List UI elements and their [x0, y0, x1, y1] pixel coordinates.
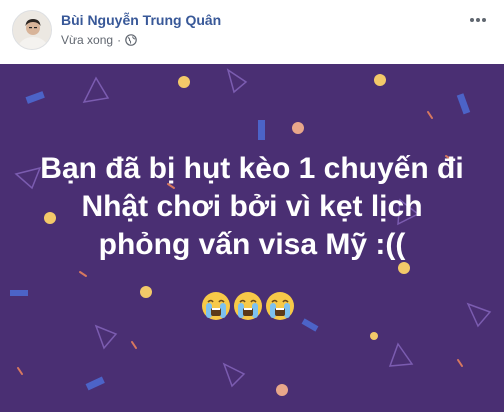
post-timestamp[interactable]: Vừa xong [61, 33, 113, 47]
globe-icon[interactable] [125, 34, 137, 46]
post-meta: Vừa xong · [61, 33, 137, 47]
status-text: Bạn đã bị hụt kèo 1 chuyến đi Nhật chơi … [0, 150, 504, 264]
status-background-card: Bạn đã bị hụt kèo 1 chuyến đi Nhật chơi … [0, 64, 504, 412]
post-header: Bùi Nguyễn Trung Quân Vừa xong · [0, 0, 504, 64]
emoji-row [200, 290, 296, 322]
crying-face-icon [202, 292, 230, 320]
author-avatar[interactable] [12, 10, 52, 50]
crying-face-icon [266, 292, 294, 320]
meta-separator: · [117, 33, 122, 47]
status-line-2: Nhật chơi bởi vì kẹt lịch [81, 190, 423, 223]
crying-face-icon [234, 292, 262, 320]
avatar-photo [13, 11, 51, 49]
status-line-1: Bạn đã bị hụt kèo 1 chuyến đi [40, 152, 464, 185]
more-options-button[interactable] [466, 10, 490, 30]
more-options-icon [470, 18, 486, 22]
author-name[interactable]: Bùi Nguyễn Trung Quân [61, 12, 221, 28]
status-line-3: phỏng vấn visa Mỹ :(( [98, 228, 406, 261]
